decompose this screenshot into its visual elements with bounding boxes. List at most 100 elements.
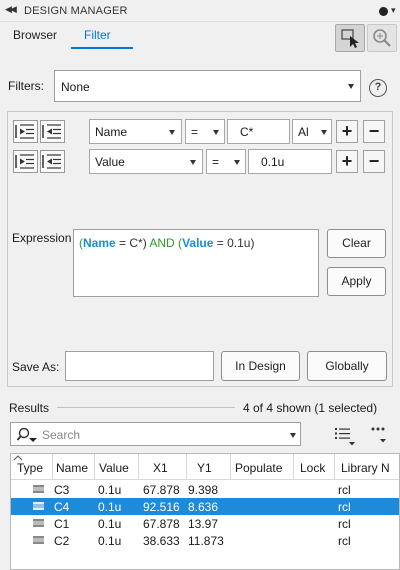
indent-right-icon xyxy=(42,124,61,139)
indent-left-icon xyxy=(15,124,34,139)
chevron-down-icon xyxy=(321,130,327,135)
criteria-1-field-select[interactable]: Name xyxy=(89,119,182,144)
collapse-icon[interactable]: ◀◀ xyxy=(5,4,17,15)
criteria-2-operator-select[interactable]: = xyxy=(206,149,246,174)
cell-x1: 67.878 xyxy=(143,517,180,531)
panel-menu-icon[interactable]: ▾ xyxy=(391,5,396,16)
add-criteria-button[interactable]: + xyxy=(336,120,358,143)
expression-field-name: Name xyxy=(83,236,116,250)
criteria-1-scope: Al xyxy=(298,125,309,139)
column-header-x1[interactable]: X1 xyxy=(139,454,187,480)
globally-button[interactable]: Globally xyxy=(307,351,387,381)
column-header-type[interactable]: Type xyxy=(11,454,53,480)
criteria-1-value-input[interactable]: C* xyxy=(227,119,290,144)
apply-button[interactable]: Apply xyxy=(327,267,386,296)
cell-x1: 38.633 xyxy=(143,534,180,548)
criteria-2-field-select[interactable]: Value xyxy=(89,149,203,174)
remove-criteria-button[interactable]: − xyxy=(363,120,385,143)
expression-field-value: Value xyxy=(182,236,214,250)
outdent-button[interactable] xyxy=(13,150,38,173)
cell-name: C1 xyxy=(54,517,70,531)
column-header-label: Y1 xyxy=(197,461,212,475)
results-label: Results xyxy=(9,401,50,415)
filters-selected-value: None xyxy=(61,80,90,94)
panel-title: DESIGN MANAGER xyxy=(24,5,128,17)
expression-value-condition: = 0.1u) xyxy=(213,236,255,250)
expression-name-condition: = C*) xyxy=(115,236,150,250)
column-header-label: Type xyxy=(17,461,44,475)
cell-library: rcl xyxy=(338,483,351,497)
cell-y1: 11.873 xyxy=(188,534,224,548)
indent-left-icon xyxy=(15,154,34,169)
column-header-label: Name xyxy=(56,461,89,475)
criteria-1-operator-select[interactable]: = xyxy=(185,119,225,144)
criteria-2-value-input[interactable]: 0.1u xyxy=(248,149,332,174)
expression-text-area[interactable]: (Name = C*) AND (Value = 0.1u) xyxy=(73,229,319,297)
column-header-label: Library N xyxy=(341,461,390,475)
cell-value: 0.1u xyxy=(98,534,122,548)
select-tool-icon xyxy=(341,29,359,48)
zoom-tool-button[interactable] xyxy=(367,24,397,52)
expression-text: (Name = C*) AND (Value = 0.1u) xyxy=(79,236,254,250)
save-as-input[interactable] xyxy=(65,351,214,381)
component-icon xyxy=(33,519,44,527)
results-table: Type Name Value X1 Y1 Populate Lock Libr… xyxy=(10,453,400,570)
expression-operator-and: AND xyxy=(149,236,175,250)
zoom-tool-icon xyxy=(373,29,391,47)
list-view-icon xyxy=(335,428,355,446)
chevron-down-icon xyxy=(190,160,196,165)
remove-criteria-button[interactable]: − xyxy=(363,150,385,173)
filters-select[interactable]: None xyxy=(54,70,361,102)
column-header-label: Value xyxy=(99,461,129,475)
active-tab-indicator xyxy=(71,47,133,49)
table-row[interactable]: C2 0.1u 38.633 11.873 rcl xyxy=(11,532,399,549)
column-header-populate[interactable]: Populate xyxy=(231,454,294,480)
column-header-label: X1 xyxy=(153,461,168,475)
column-header-label: Populate xyxy=(235,461,283,475)
cell-value: 0.1u xyxy=(98,500,122,514)
save-as-label: Save As: xyxy=(12,360,60,374)
in-design-button[interactable]: In Design xyxy=(221,351,300,381)
expression-paren-open-2: ( xyxy=(174,236,183,250)
column-header-label: Lock xyxy=(300,461,326,475)
criteria-1-value: C* xyxy=(240,125,254,139)
column-header-name[interactable]: Name xyxy=(53,454,95,480)
pin-icon[interactable] xyxy=(379,7,388,16)
criteria-1-scope-select[interactable]: Al xyxy=(292,119,332,144)
more-options-button[interactable] xyxy=(370,424,390,449)
chevron-down-icon xyxy=(290,433,296,438)
search-input[interactable]: Search xyxy=(10,422,301,446)
column-header-library[interactable]: Library N xyxy=(335,454,399,480)
results-divider xyxy=(57,407,235,408)
column-header-y1[interactable]: Y1 xyxy=(187,454,231,480)
select-tool-button[interactable] xyxy=(335,24,365,52)
outdent-button[interactable] xyxy=(13,120,38,143)
cell-value: 0.1u xyxy=(98,517,122,531)
table-row[interactable]: C4 0.1u 92.516 8.636 rcl xyxy=(11,498,399,515)
chevron-down-icon xyxy=(213,130,219,135)
cell-y1: 13.97 xyxy=(188,517,219,531)
table-row[interactable]: C1 0.1u 67.878 13.97 rcl xyxy=(11,515,399,532)
cell-library: rcl xyxy=(338,517,351,531)
add-criteria-button[interactable]: + xyxy=(336,150,358,173)
column-header-value[interactable]: Value xyxy=(95,454,139,480)
cell-x1: 92.516 xyxy=(143,500,180,514)
column-header-lock[interactable]: Lock xyxy=(294,454,335,480)
help-icon[interactable]: ? xyxy=(369,79,387,97)
list-view-button[interactable] xyxy=(335,427,359,450)
search-placeholder: Search xyxy=(42,428,81,442)
indent-button[interactable] xyxy=(40,150,65,173)
chevron-down-icon xyxy=(169,130,175,135)
clear-button[interactable]: Clear xyxy=(327,229,386,258)
tab-browser[interactable]: Browser xyxy=(13,28,57,50)
criteria-1-operator: = xyxy=(191,125,199,139)
indent-right-icon xyxy=(42,154,61,169)
table-row[interactable]: C3 0.1u 67.878 9.398 rcl xyxy=(11,481,399,498)
criteria-1-field: Name xyxy=(95,125,128,139)
filters-label: Filters: xyxy=(8,79,44,93)
cell-library: rcl xyxy=(338,534,351,548)
indent-button[interactable] xyxy=(40,120,65,143)
cell-name: C2 xyxy=(54,534,70,548)
criteria-2-value: 0.1u xyxy=(261,155,285,169)
cell-value: 0.1u xyxy=(98,483,122,497)
